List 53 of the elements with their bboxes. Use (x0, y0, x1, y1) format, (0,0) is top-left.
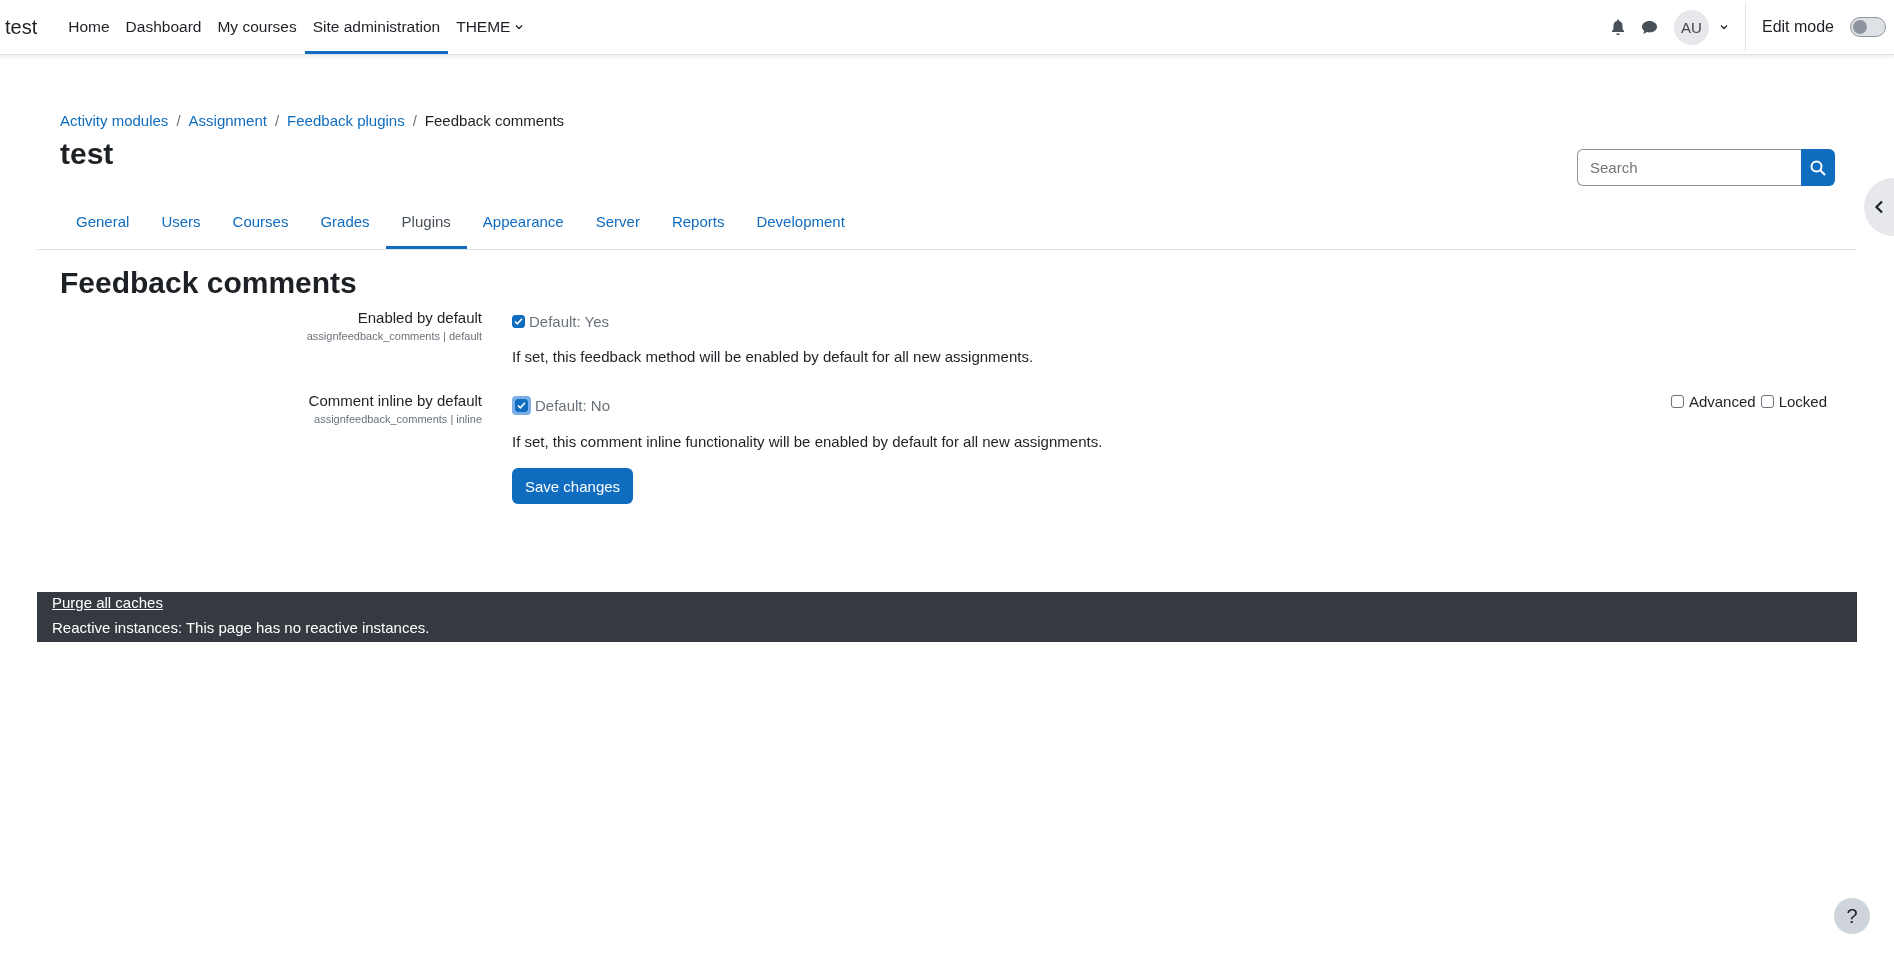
site-name[interactable]: test (0, 0, 43, 54)
setting-label: Enabled by default (356, 309, 482, 326)
section-heading: Feedback comments (60, 266, 358, 300)
user-avatar[interactable]: AU (1673, 9, 1709, 45)
current-page-breadcrumb[interactable]: Feedback comments (424, 112, 565, 129)
edit-mode-switch[interactable] (1850, 17, 1886, 37)
check-icon (514, 317, 523, 326)
breadcrumb-separator: / (412, 112, 417, 129)
save-changes-button[interactable]: Save changes (512, 468, 634, 504)
nav-item[interactable]: Site administration (304, 0, 449, 54)
flag-checkbox[interactable] (1670, 395, 1684, 408)
default-value: Default: Yes (529, 313, 610, 330)
search-field[interactable]: Search (1577, 149, 1801, 186)
breadcrumb-separator: / (176, 112, 181, 129)
breadcrumb-link[interactable]: Activity modules (60, 112, 169, 129)
setting-description: If set, this feedback method will be enabled by default for all new assignments. (512, 348, 1035, 365)
help-button[interactable]: ? (1834, 898, 1870, 934)
check-icon (517, 401, 526, 410)
setting-checkbox[interactable] (512, 315, 525, 328)
setting-name: assignfeedback_comments | inline (313, 413, 482, 425)
flag-label: Locked (1778, 393, 1827, 410)
tab[interactable]: Server (579, 196, 656, 249)
tab[interactable]: Development (740, 196, 861, 249)
setting-label: Comment inline by default (307, 392, 482, 409)
default-value: Default: No (535, 397, 611, 414)
search-icon (1810, 159, 1826, 176)
tab[interactable]: Courses (216, 196, 305, 249)
breadcrumb-link[interactable]: Feedback plugins (287, 112, 405, 129)
flag-checkbox[interactable] (1760, 395, 1774, 408)
chat-bubble-icon[interactable] (1640, 19, 1658, 35)
caret-icon[interactable] (1718, 22, 1729, 32)
footer-text: Reactive instances: This page has no reactive instances. (52, 619, 431, 636)
tab[interactable]: Users (145, 196, 217, 249)
tab[interactable]: Reports (655, 196, 741, 249)
setting-description: If set, this comment inline functionality will be enabled by default for all new assignments. (512, 433, 1104, 450)
edit-mode-label: Edit mode (1761, 18, 1834, 36)
setting-name: assignfeedback_comments | default (305, 330, 482, 342)
tab[interactable]: Plugins (385, 196, 467, 249)
breadcrumb-separator: / (274, 112, 280, 129)
breadcrumb-link[interactable]: Assignment (188, 112, 267, 129)
tab[interactable]: Grades (304, 196, 386, 249)
chevron-left-icon (1874, 200, 1884, 214)
search-button[interactable] (1801, 149, 1835, 186)
nav-item[interactable]: My courses (209, 0, 305, 54)
tab[interactable]: General (60, 196, 146, 249)
bell-icon[interactable] (1610, 19, 1625, 35)
flag-label: Advanced (1688, 393, 1756, 410)
nav-item[interactable]: Dashboard (117, 0, 210, 54)
page-title: test (60, 137, 114, 171)
tab[interactable]: Appearance (466, 196, 580, 249)
nav-item[interactable]: THEME (448, 0, 533, 54)
purge-caches-link[interactable]: Purge all caches (52, 594, 163, 611)
nav-item[interactable]: Home (60, 0, 118, 54)
